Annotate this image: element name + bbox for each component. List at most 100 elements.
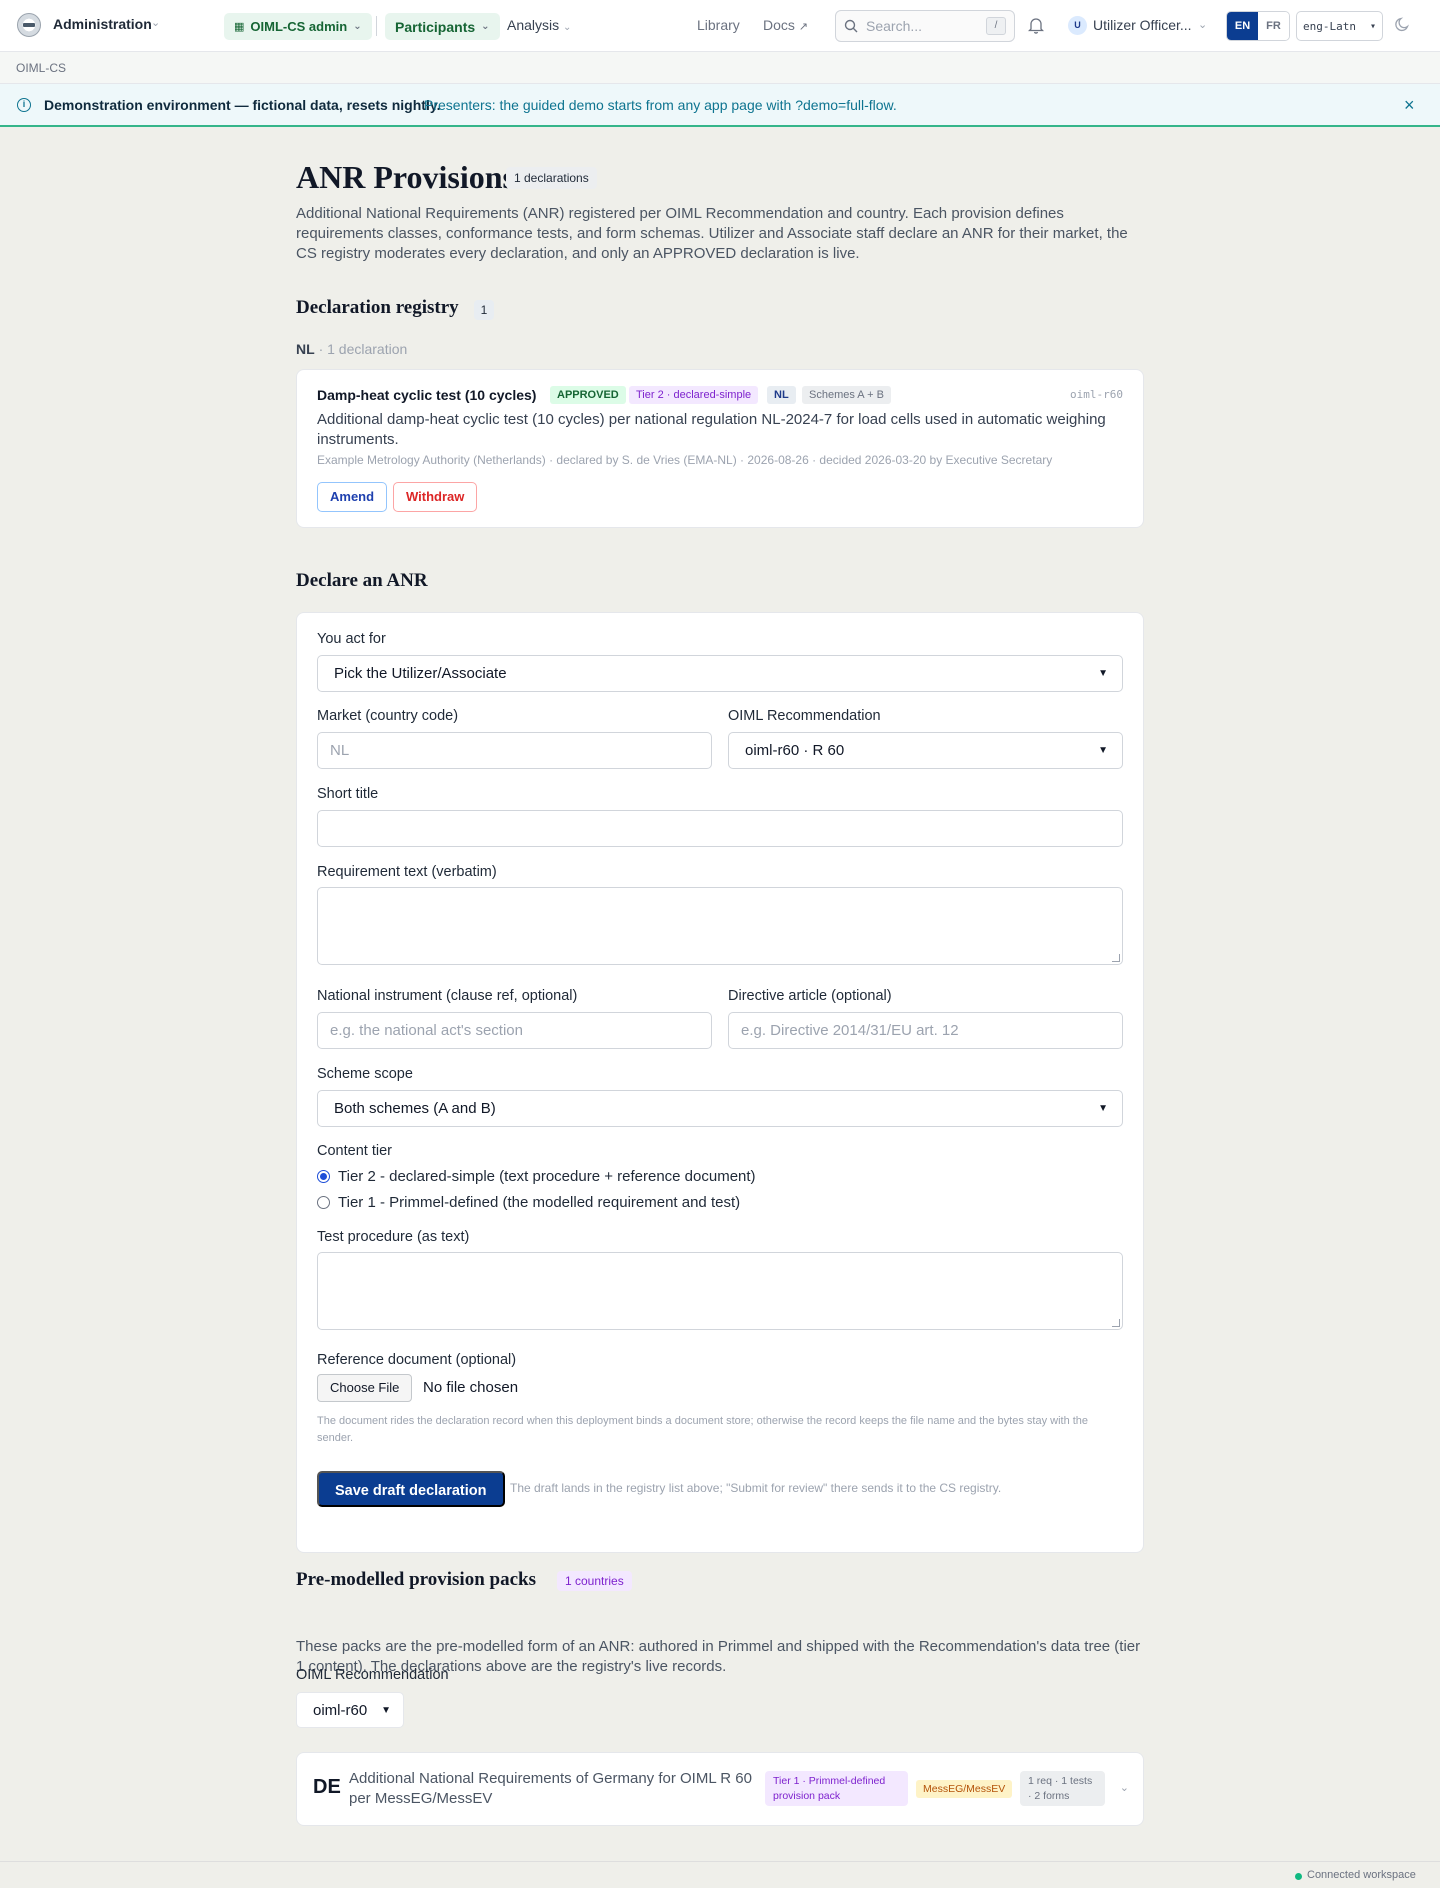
- chevron-down-icon: ⌄: [481, 21, 490, 32]
- page-intro: Additional National Requirements (ANR) r…: [296, 205, 1128, 262]
- chevron-down-icon: ▼: [1098, 668, 1108, 679]
- short-title-label: Short title: [317, 786, 379, 802]
- chevron-down-icon[interactable]: ⌄: [151, 16, 160, 29]
- schemes-badge: Schemes A + B: [802, 386, 891, 404]
- pack-title: Additional National Requirements of Germ…: [349, 1770, 752, 1807]
- country-badge: NL: [767, 386, 796, 404]
- packs-recommendation-select[interactable]: oiml-r60 ▼: [296, 1692, 404, 1728]
- market-input[interactable]: NL: [317, 732, 712, 769]
- national-instrument-label: National instrument (clause ref, optiona…: [317, 988, 578, 1004]
- requirement-text-area[interactable]: [317, 887, 1123, 965]
- directive-article-input[interactable]: e.g. Directive 2014/31/EU art. 12: [728, 1012, 1123, 1049]
- resize-handle[interactable]: [1112, 1319, 1120, 1327]
- demo-banner: i Demonstration environment — fictional …: [0, 84, 1440, 127]
- nav-participants[interactable]: Participants ⌄: [385, 13, 500, 40]
- resize-handle[interactable]: [1112, 954, 1120, 962]
- status-footer: Connected workspace: [0, 1861, 1440, 1888]
- declaration-description: Additional damp-heat cyclic test (10 cyc…: [317, 411, 1106, 448]
- pack-law-badge: MessEG/MessEV: [916, 1780, 1013, 1798]
- scheme-scope-select[interactable]: Both schemes (A and B) ▼: [317, 1090, 1123, 1127]
- choose-file-button[interactable]: Choose File: [317, 1374, 413, 1402]
- save-draft-button[interactable]: Save draft declaration: [317, 1471, 505, 1507]
- amend-button[interactable]: Amend: [317, 482, 388, 512]
- nav-participants-label: Participants: [395, 18, 476, 35]
- search-input[interactable]: Search...: [866, 18, 978, 34]
- lang-en-button[interactable]: EN: [1227, 12, 1258, 40]
- app-title[interactable]: Administration: [53, 16, 152, 32]
- nav-docs-label: Docs: [763, 17, 795, 33]
- divider: [376, 16, 377, 36]
- recommendation-select[interactable]: oiml-r60 · R 60 ▼: [728, 732, 1123, 769]
- nav-analysis[interactable]: Analysis ⌄: [507, 17, 571, 33]
- tier-2-option-label: Tier 2 - declared-simple (text procedure…: [338, 1168, 756, 1185]
- page-title: ANR Provisions: [296, 159, 515, 195]
- declare-anr-form: You act for Pick the Utilizer/Associate …: [296, 612, 1144, 1553]
- scheme-scope-value: Both schemes (A and B): [334, 1100, 496, 1117]
- packs-recommendation-value: oiml-r60: [313, 1701, 368, 1719]
- short-title-input[interactable]: [317, 810, 1123, 847]
- test-procedure-label: Test procedure (as text): [317, 1229, 470, 1245]
- connection-status-dot: [1295, 1873, 1302, 1880]
- declaration-meta: Example Metrology Authority (Netherlands…: [317, 453, 1053, 467]
- search-shortcut-hint: /: [986, 17, 1006, 35]
- banner-message: Presenters: the guided demo starts from …: [424, 97, 897, 113]
- breadcrumb: OIML-CS: [0, 52, 1440, 84]
- countries-badge: 1 countries: [557, 1571, 632, 1591]
- nav-analysis-label: Analysis: [507, 17, 560, 33]
- directive-article-label: Directive article (optional): [728, 988, 892, 1004]
- declarations-count-badge: 1 declarations: [506, 167, 597, 189]
- role-switcher-button[interactable]: ▦ OIML-CS admin ⌄: [224, 13, 372, 40]
- status-badge: APPROVED: [550, 386, 626, 404]
- bell-icon[interactable]: [1028, 16, 1044, 34]
- nav-docs-link[interactable]: Docs ↗: [763, 17, 808, 33]
- search-icon: [844, 19, 858, 33]
- moon-icon[interactable]: [1395, 16, 1411, 32]
- chevron-down-icon[interactable]: ⌄: [1198, 18, 1207, 31]
- country-group-label: NL · 1 declaration: [296, 341, 407, 357]
- tier-1-radio-option[interactable]: Tier 1 - Primmel-defined (the modelled r…: [317, 1194, 740, 1211]
- chevron-down-icon: ⌄: [353, 21, 362, 32]
- reference-help-text: The document rides the declaration recor…: [317, 1415, 1089, 1444]
- market-label: Market (country code): [317, 708, 459, 724]
- act-for-select[interactable]: Pick the Utilizer/Associate ▼: [317, 655, 1123, 692]
- tier-1-option-label: Tier 1 - Primmel-defined (the modelled r…: [338, 1194, 741, 1211]
- avatar[interactable]: U: [1068, 16, 1087, 35]
- registry-count-badge: 1: [474, 300, 494, 320]
- pack-tier-badge: Tier 1 · Primmel-defined provision pack: [765, 1771, 908, 1806]
- recommendation-code: oiml-r60: [1070, 388, 1123, 401]
- scheme-scope-label: Scheme scope: [317, 1066, 413, 1082]
- act-for-value: Pick the Utilizer/Associate: [334, 665, 507, 682]
- nav-library-link[interactable]: Library: [697, 17, 740, 33]
- lang-fr-button[interactable]: FR: [1258, 12, 1289, 40]
- chevron-down-icon: ▼: [1098, 1103, 1108, 1114]
- chevron-down-icon: ⌄: [563, 22, 572, 33]
- act-for-label: You act for: [317, 631, 386, 647]
- tier-2-radio-option[interactable]: Tier 2 - declared-simple (text procedure…: [317, 1168, 756, 1185]
- radio-button[interactable]: [317, 1170, 330, 1183]
- country-code: NL: [296, 341, 315, 357]
- language-toggle: EN FR: [1226, 11, 1290, 41]
- close-icon[interactable]: ×: [1404, 95, 1415, 116]
- radio-button[interactable]: [317, 1196, 330, 1209]
- grid-icon: ▦: [234, 21, 245, 33]
- test-procedure-area[interactable]: [317, 1252, 1123, 1330]
- search-box[interactable]: Search... /: [835, 10, 1015, 42]
- provision-pack-item[interactable]: DE Additional National Requirements of G…: [296, 1752, 1144, 1826]
- chevron-down-icon[interactable]: ⌄: [1120, 1781, 1129, 1794]
- national-instrument-input[interactable]: e.g. the national act's section: [317, 1012, 712, 1049]
- breadcrumb-item[interactable]: OIML-CS: [16, 61, 66, 75]
- requirement-text-label: Requirement text (verbatim): [317, 864, 497, 880]
- chevron-down-icon: ▾: [1369, 20, 1376, 32]
- declare-section-title: Declare an ANR: [296, 570, 428, 591]
- external-link-icon: ↗: [798, 21, 809, 33]
- chevron-down-icon: ▼: [381, 1704, 391, 1716]
- oiml-logo-icon[interactable]: [17, 13, 41, 37]
- recommendation-label: OIML Recommendation: [728, 708, 881, 724]
- user-menu-label[interactable]: Utilizer Officer...: [1093, 17, 1192, 33]
- chevron-down-icon: ▼: [1098, 745, 1108, 756]
- packs-section-title: Pre-modelled provision packs: [296, 1569, 536, 1590]
- script-select[interactable]: eng-Latn ▾: [1296, 11, 1383, 41]
- content-tier-label: Content tier: [317, 1143, 392, 1159]
- pack-country-code: DE: [313, 1776, 341, 1798]
- withdraw-button[interactable]: Withdraw: [393, 482, 478, 512]
